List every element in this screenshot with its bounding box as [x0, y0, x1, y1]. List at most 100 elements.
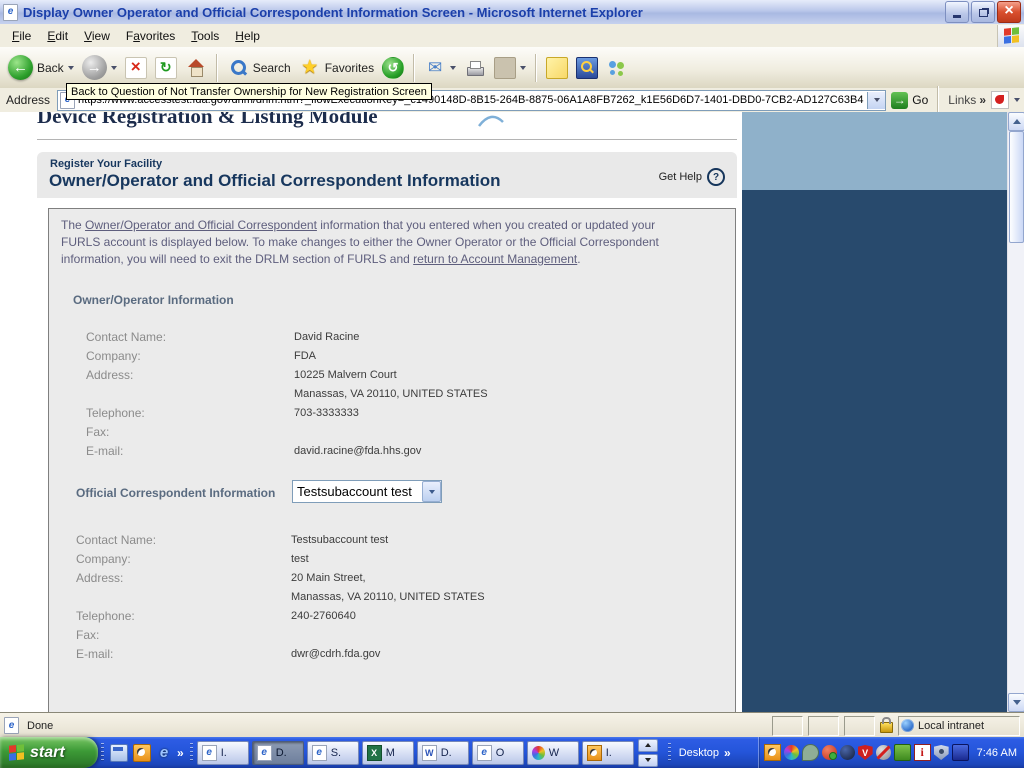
- notes-icon: [546, 56, 569, 79]
- tray-blue-app-icon[interactable]: [951, 744, 969, 761]
- history-button[interactable]: [379, 55, 407, 81]
- clock-app-icon: [586, 744, 602, 761]
- status-panel: [808, 715, 839, 736]
- quick-launch-ie-icon[interactable]: [156, 745, 172, 761]
- back-button[interactable]: Back: [5, 53, 77, 82]
- home-button[interactable]: [182, 55, 210, 81]
- discuss-button[interactable]: [543, 55, 571, 81]
- scroll-down-button[interactable]: [1008, 693, 1024, 712]
- ie-page-icon: [3, 3, 18, 21]
- desktop-toolbar[interactable]: Desktop: [662, 742, 734, 763]
- address-separator: [937, 86, 940, 114]
- tray-green-device-icon[interactable]: [893, 744, 911, 761]
- tray-info-flag-icon[interactable]: [913, 744, 931, 761]
- scroll-up-button[interactable]: [1008, 112, 1024, 131]
- edit-button[interactable]: [491, 55, 529, 81]
- module-header: Device Registration & Listing Module: [37, 112, 737, 140]
- tray-disabled-device-icon[interactable]: [875, 745, 891, 760]
- research-button[interactable]: [573, 55, 601, 81]
- task-button[interactable]: O: [471, 740, 524, 765]
- search-icon: [227, 57, 249, 79]
- status-bar: Done Local intranet: [0, 712, 1024, 738]
- mail-button[interactable]: [421, 55, 459, 81]
- zone-label: Local intranet: [918, 719, 985, 732]
- messenger-button[interactable]: [603, 55, 631, 81]
- task-button[interactable]: W: [526, 740, 579, 765]
- menu-file[interactable]: File: [4, 26, 39, 46]
- home-icon: [185, 57, 207, 79]
- window-titlebar: Display Owner Operator and Official Corr…: [0, 0, 1024, 25]
- go-button[interactable]: Go: [891, 91, 928, 109]
- history-icon: [382, 56, 405, 79]
- toolbar-grip: [667, 742, 671, 763]
- task-button-active[interactable]: D.: [251, 740, 304, 765]
- breadcrumb: Register Your Facility: [50, 158, 163, 170]
- account-management-link[interactable]: return to Account Management: [413, 252, 577, 266]
- menu-favorites[interactable]: Favorites: [118, 26, 183, 46]
- task-button[interactable]: S.: [306, 740, 359, 765]
- get-help-link[interactable]: Get Help: [659, 168, 725, 186]
- mail-dropdown-icon[interactable]: [450, 65, 457, 70]
- task-button[interactable]: D.: [416, 740, 469, 765]
- tray-antivirus-shield-icon[interactable]: [857, 745, 873, 760]
- quick-launch-clock-icon[interactable]: [133, 743, 151, 762]
- favorites-star-icon: [299, 57, 321, 79]
- task-scroll-up-button[interactable]: [637, 738, 658, 752]
- correspondent-dropdown[interactable]: Testsubaccount test: [292, 480, 442, 503]
- desktop-overflow-icon[interactable]: [724, 746, 731, 760]
- tray-color-wheel-icon[interactable]: [783, 745, 799, 760]
- print-button[interactable]: [461, 55, 489, 81]
- vertical-scrollbar[interactable]: [1007, 112, 1024, 712]
- minimize-button[interactable]: [945, 1, 969, 23]
- help-question-icon: [707, 168, 725, 186]
- forward-button[interactable]: [79, 53, 120, 82]
- tray-security-shield-icon[interactable]: [933, 745, 949, 760]
- links-button[interactable]: Links: [948, 93, 986, 107]
- dropdown-arrow-button[interactable]: [422, 481, 441, 502]
- page-header-band: Register Your Facility Owner/Operator an…: [37, 152, 737, 198]
- address-dropdown-button[interactable]: [867, 91, 886, 109]
- address-label: Address: [6, 93, 51, 107]
- go-icon: [891, 91, 909, 109]
- menu-help[interactable]: Help: [227, 26, 268, 46]
- task-scroll-down-button[interactable]: [637, 753, 658, 767]
- tray-clock-icon[interactable]: [763, 744, 781, 761]
- scrollbar-thumb[interactable]: [1009, 131, 1024, 243]
- ie-window: Display Owner Operator and Official Corr…: [0, 0, 1024, 768]
- adobe-dropdown-icon[interactable]: [1014, 98, 1020, 102]
- refresh-button[interactable]: [152, 55, 180, 81]
- task-button[interactable]: I.: [196, 740, 249, 765]
- task-button[interactable]: I.: [581, 740, 634, 765]
- toolbar-separator: [413, 53, 416, 82]
- forward-dropdown-icon[interactable]: [110, 65, 117, 70]
- stop-button[interactable]: [122, 55, 150, 81]
- task-buttons: I. D. S. M D. O W I.: [196, 740, 634, 765]
- start-button[interactable]: start: [0, 737, 98, 768]
- status-panel: [772, 715, 803, 736]
- menu-tools[interactable]: Tools: [183, 26, 227, 46]
- lock-icon: [880, 717, 893, 733]
- restore-button[interactable]: [971, 1, 995, 23]
- close-button[interactable]: [997, 1, 1021, 23]
- search-button[interactable]: Search: [224, 55, 294, 81]
- print-icon: [464, 57, 486, 79]
- show-desktop-icon[interactable]: [110, 743, 128, 762]
- task-button[interactable]: M: [361, 740, 414, 765]
- favorites-button[interactable]: Favorites: [296, 55, 377, 81]
- menu-view[interactable]: View: [76, 26, 118, 46]
- edit-dropdown-icon[interactable]: [520, 65, 527, 70]
- windows-flag-icon: [9, 744, 24, 761]
- owner-operator-link[interactable]: Owner/Operator and Official Corresponden…: [85, 218, 317, 232]
- ie-icon: [256, 744, 272, 761]
- taskbar-clock[interactable]: 7:46 AM: [977, 747, 1017, 759]
- menu-edit[interactable]: Edit: [39, 26, 76, 46]
- graphics-app-icon: [531, 745, 545, 760]
- module-title: Device Registration & Listing Module: [37, 112, 378, 128]
- tray-dark-globe-icon[interactable]: [839, 745, 855, 760]
- fda-logo-icon: [477, 113, 505, 134]
- adobe-icon[interactable]: [991, 91, 1009, 109]
- quick-launch-overflow-icon[interactable]: [177, 746, 184, 760]
- tray-chat-icon[interactable]: [801, 744, 819, 761]
- tray-user-status-icon[interactable]: [821, 745, 837, 760]
- back-dropdown-icon[interactable]: [67, 65, 74, 70]
